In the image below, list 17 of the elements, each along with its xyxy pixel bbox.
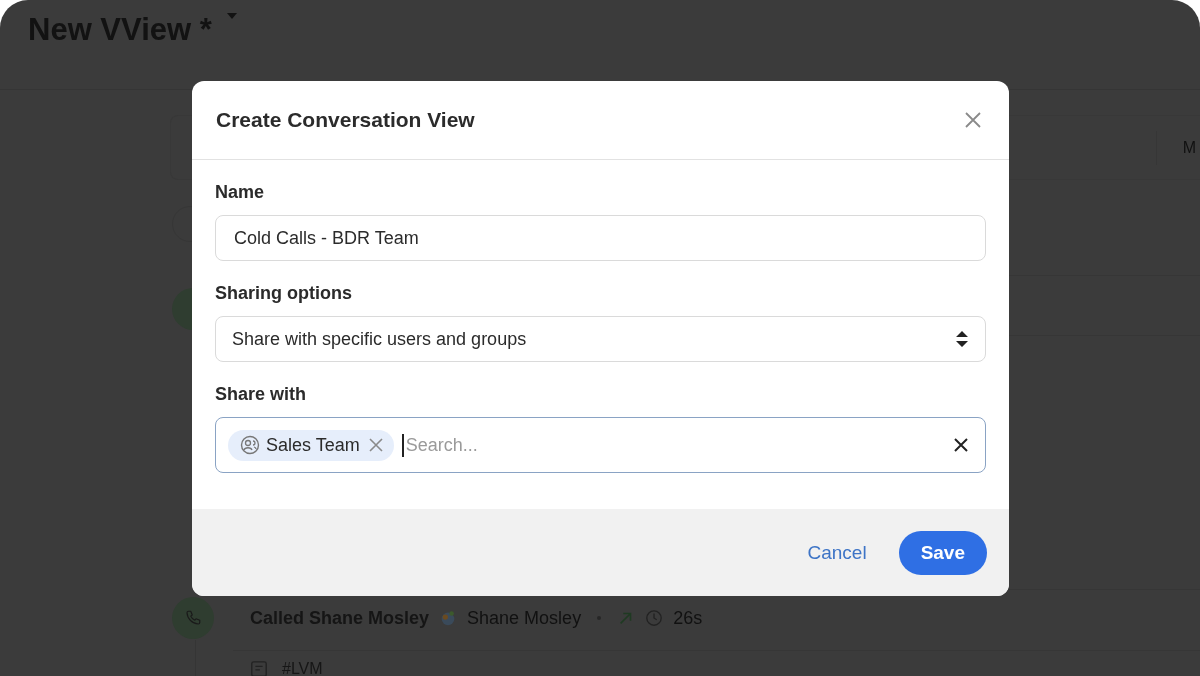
group-chip[interactable]: Sales Team: [228, 429, 394, 461]
updown-icon: [955, 329, 969, 349]
dialog-title: Create Conversation View: [216, 108, 475, 132]
field-label: Name: [215, 182, 266, 203]
cancel-button[interactable]: Cancel: [801, 540, 873, 565]
group-icon: [240, 435, 260, 455]
clock-icon: [645, 609, 664, 627]
search-input[interactable]: Search...: [401, 433, 943, 457]
note-icon: [250, 660, 268, 676]
field-label: Share with: [215, 384, 308, 405]
phone-icon: [184, 609, 202, 627]
save-button[interactable]: Save: [898, 530, 987, 575]
sharing-select[interactable]: Share with specific users and groups: [215, 316, 986, 362]
name-field[interactable]: Cold Calls - BDR Team: [215, 215, 986, 261]
field-label: Sharing options: [215, 283, 353, 304]
caret-icon[interactable]: [225, 12, 238, 20]
share-field[interactable]: Sales Team Search...: [215, 417, 986, 473]
